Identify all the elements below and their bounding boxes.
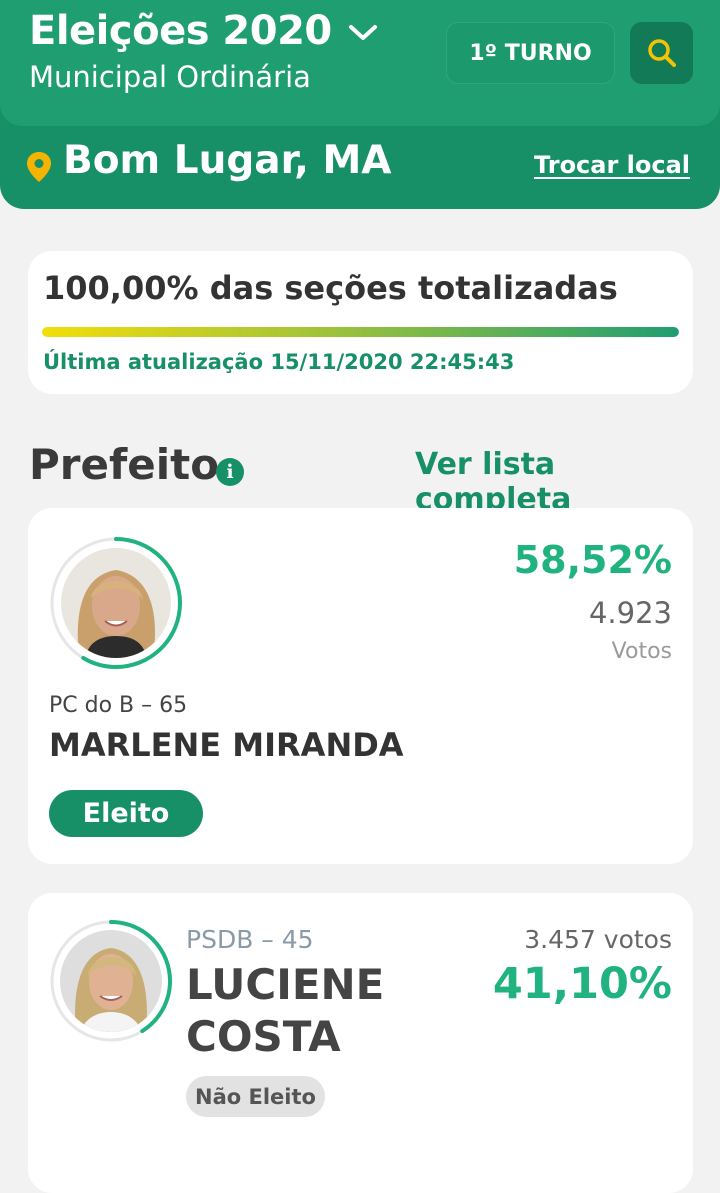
candidate-percent: 58,52% [513,538,672,582]
header-top: Eleições 2020 Municipal Ordinária 1º TUR… [0,0,720,126]
election-title: Eleições 2020 [29,8,332,54]
search-button[interactable] [630,22,693,84]
election-subtitle: Municipal Ordinária [29,60,311,94]
candidate-avatar [49,536,183,670]
view-full-list-link[interactable]: Ver lista completa [415,447,720,517]
totalization-card: 100,00% das seções totalizadas Última at… [28,251,693,394]
header: Eleições 2020 Municipal Ordinária 1º TUR… [0,0,720,209]
votes-label: Votos [611,639,672,664]
candidate-votes: 3.457 votos [524,925,672,954]
totalization-text: 100,00% das seções totalizadas [43,269,618,307]
location-pin-icon [27,152,51,182]
candidate-party: PC do B – 65 [49,693,188,718]
totalization-progress-bar [42,327,679,337]
info-icon[interactable]: i [216,458,244,486]
change-location-link[interactable]: Trocar local [534,151,690,179]
chevron-down-icon [348,25,377,40]
election-selector[interactable]: Eleições 2020 [29,8,378,54]
candidate-party: PSDB – 45 [186,925,314,954]
candidate-votes: 4.923 [588,596,672,630]
last-update-text: Última atualização 15/11/2020 22:45:43 [43,350,515,374]
section-title: Prefeito [29,440,220,489]
location-name: Bom Lugar, MA [63,138,392,183]
candidate-photo [60,930,162,1032]
candidate-photo [61,548,171,658]
progress-fill [42,327,679,337]
candidate-card[interactable]: PSDB – 45 LUCIENE COSTA 3.457 votos 41,1… [28,893,693,1193]
search-icon [647,39,676,67]
status-badge: Não Eleito [186,1076,325,1117]
turno-button[interactable]: 1º TURNO [446,22,615,84]
candidate-card[interactable]: 58,52% 4.923 Votos PC do B – 65 MARLENE … [28,508,693,864]
candidate-name: LUCIENE COSTA [186,960,385,1061]
candidate-avatar [49,919,173,1043]
status-badge: Eleito [49,790,203,837]
candidate-percent: 41,10% [492,959,672,1009]
candidate-name: MARLENE MIRANDA [49,726,404,764]
